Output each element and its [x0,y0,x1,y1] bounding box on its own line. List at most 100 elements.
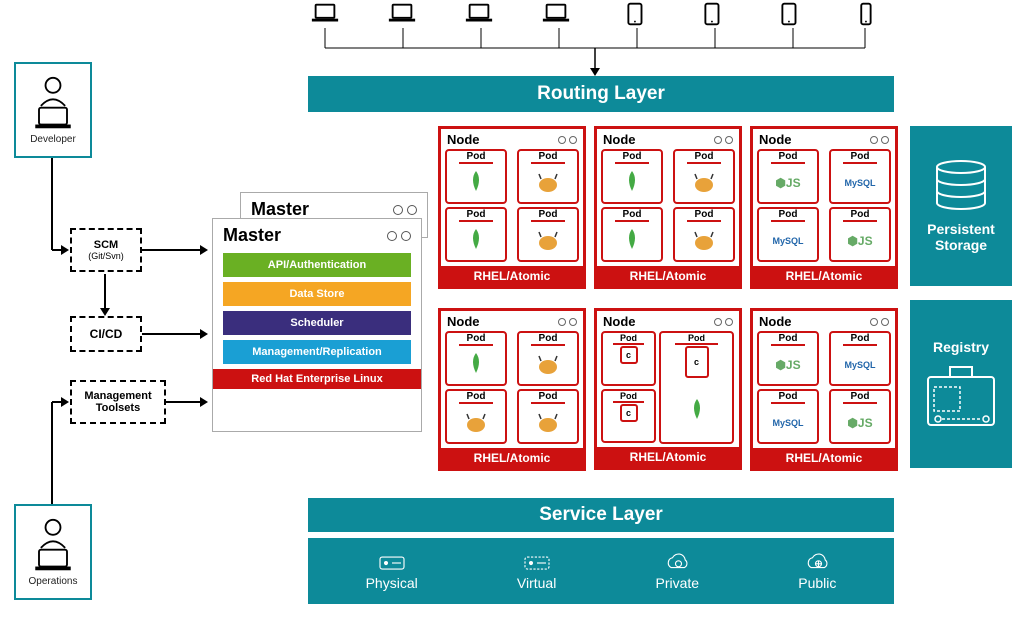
node-card: Node Pod⬢JS PodMySQL PodMySQL Pod⬢JS RHE… [750,308,898,471]
pod: Pod⬢JS [829,207,891,262]
tomcat-icon [534,346,562,384]
master-dots-icon [387,231,411,241]
infra-physical: Physical [366,552,418,591]
node-title: Node [603,314,636,329]
node-header: Node [441,311,583,329]
pod: Pod [445,331,507,386]
persistent-storage-box: Persistent Storage [910,126,1012,286]
mongodb-icon [464,164,488,202]
mongodb-icon [685,379,709,442]
tomcat-icon [534,222,562,260]
pod: PodMySQL [829,331,891,386]
mysql-icon: MySQL [772,404,803,442]
laptop-icon [310,2,340,26]
tablet-icon [619,2,649,26]
nodejs-icon: ⬢JS [775,164,800,202]
node-title: Node [603,132,636,147]
mysql-icon: MySQL [844,164,875,202]
pod: Pod [601,207,663,262]
node-card: Node Pod Pod Pod Pod RHEL/Atomic [438,308,586,471]
node-header: Node [753,129,895,147]
mongodb-icon [620,222,644,260]
tomcat-icon [462,404,490,442]
container-c: c [685,346,709,378]
tomcat-icon [690,164,718,202]
pod-label: Pod [843,151,878,164]
pod: Pod [445,207,507,262]
pod-label: Pod [675,333,718,345]
node-dots-icon [714,136,733,144]
mgmt-line1: Management [84,390,151,402]
node-dots-icon [714,318,733,326]
node-card: Node Pod⬢JS PodMySQL PodMySQL Pod⬢JS RHE… [750,126,898,289]
pod-label: Pod [687,209,722,222]
pod: Pod [445,149,507,204]
device-connectors [310,28,880,76]
registry-label: Registry [933,339,989,355]
tomcat-icon [534,404,562,442]
pod-label: Pod [531,333,566,346]
pod-label: Pod [531,209,566,222]
service-layer-bar: Service Layer [308,498,894,532]
master-dots-icon [393,205,417,215]
node-footer: RHEL/Atomic [597,447,739,467]
node-card: Node Pod c Pod c Pod c RHEL/Atomic [594,308,742,470]
infra-public-label: Public [798,575,836,591]
node-header: Node [441,129,583,147]
nodejs-icon: ⬢JS [847,222,872,260]
pod-label: Pod [687,151,722,164]
master-card: Master API/Authentication Data Store Sch… [212,218,422,432]
infra-virtual-label: Virtual [517,575,556,591]
pod: Pod [673,149,735,204]
master-title: Master [223,225,281,246]
node-footer: RHEL/Atomic [753,266,895,286]
mongodb-icon [464,222,488,260]
pod-label: Pod [459,151,494,164]
nodejs-icon: ⬢JS [847,404,872,442]
person-laptop-icon [30,518,76,574]
node-title: Node [759,132,792,147]
pod: PodMySQL [757,207,819,262]
pod-label: Pod [771,333,806,346]
node-footer: RHEL/Atomic [441,448,583,468]
person-laptop-icon [30,76,76,132]
operations-box: Operations [14,504,92,600]
node-header: Node [753,311,895,329]
scm-title: SCM [94,239,118,251]
pod: PodMySQL [757,389,819,444]
pod-label: Pod [771,391,806,404]
node-footer: RHEL/Atomic [441,266,583,286]
laptop-icon [464,2,494,26]
pod: Pod c [601,389,656,444]
pod: Pod c [601,331,656,386]
mongodb-icon [620,164,644,202]
node-title: Node [447,314,480,329]
pod-label: Pod [843,391,878,404]
pod-label: Pod [459,333,494,346]
client-devices-row [310,2,880,26]
pod-label: Pod [771,209,806,222]
laptop-icon [541,2,571,26]
infra-public: Public [798,552,836,591]
pod: Pod [601,149,663,204]
pod-label: Pod [843,209,878,222]
node-dots-icon [870,318,889,326]
node-header: Node [597,129,739,147]
scm-box: SCM (Git/Svn) [70,228,142,272]
pod-label: Pod [531,151,566,164]
pod-label: Pod [843,333,878,346]
mgmt-line2: Toolsets [96,402,140,414]
node-card: Node Pod Pod Pod Pod RHEL/Atomic [438,126,586,289]
master-row-api: API/Authentication [223,253,411,277]
tablet-icon [696,2,726,26]
tablet-icon [773,2,803,26]
container-c: c [620,346,638,364]
container-c: c [620,404,638,422]
pod: Pod⬢JS [757,149,819,204]
pod: Pod⬢JS [757,331,819,386]
pod-label: Pod [459,391,494,404]
storage-label-2: Storage [935,237,987,253]
pod: Pod⬢JS [829,389,891,444]
routing-layer-bar: Routing Layer [308,76,894,112]
pod: Pod [517,207,579,262]
